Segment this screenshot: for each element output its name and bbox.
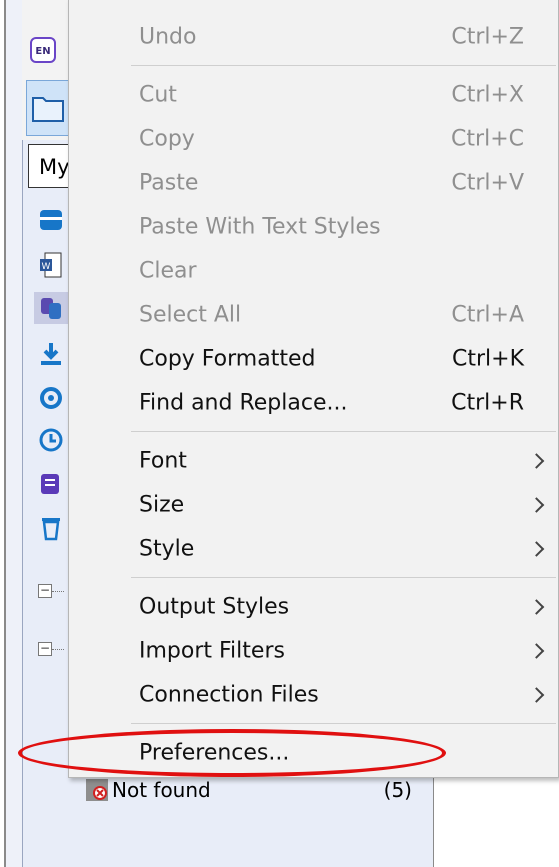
language-badge-icon[interactable]: EN — [26, 34, 60, 66]
chevron-right-icon — [528, 687, 545, 703]
menu-separator — [131, 431, 556, 432]
word-document-icon[interactable]: W — [34, 250, 68, 282]
menu-item-preferences[interactable]: Preferences... — [69, 731, 559, 775]
tree-collapse-icon[interactable]: − — [38, 584, 52, 598]
menu-item-label: Preferences... — [139, 740, 290, 766]
menu-item-label: Font — [139, 448, 187, 474]
not-found-count: (5) — [383, 778, 412, 802]
chevron-right-icon — [528, 497, 545, 513]
menu-item-shortcut: Ctrl+Z — [451, 24, 524, 50]
menu-item-cut[interactable]: Cut Ctrl+X — [69, 73, 559, 117]
open-library-button[interactable] — [26, 80, 70, 136]
menu-item-shortcut: Ctrl+A — [451, 302, 524, 328]
menu-item-size[interactable]: Size — [69, 483, 559, 527]
chevron-right-icon — [528, 643, 545, 659]
menu-item-label: Size — [139, 492, 185, 518]
menu-separator — [131, 65, 556, 66]
menu-separator — [131, 577, 556, 578]
menu-item-shortcut: Ctrl+V — [451, 170, 524, 196]
download-icon[interactable] — [34, 338, 68, 370]
menu-item-label: Clear — [139, 258, 197, 284]
menu-item-font[interactable]: Font — [69, 439, 559, 483]
trash-icon[interactable] — [34, 512, 68, 544]
menu-item-shortcut: Ctrl+R — [451, 390, 524, 416]
menu-item-label: Cut — [139, 82, 177, 108]
menu-item-shortcut: Ctrl+C — [451, 126, 524, 152]
sync-icon[interactable] — [34, 382, 68, 414]
edit-context-menu: Undo Ctrl+Z Cut Ctrl+X Copy Ctrl+C Paste… — [68, 0, 559, 778]
menu-item-label: Find and Replace... — [139, 390, 348, 416]
copy-reference-icon[interactable] — [34, 292, 68, 324]
menu-item-undo[interactable]: Undo Ctrl+Z — [69, 15, 559, 59]
menu-item-label: Paste With Text Styles — [139, 214, 381, 240]
svg-text:W: W — [42, 262, 51, 272]
menu-item-shortcut: Ctrl+X — [451, 82, 524, 108]
archive-icon[interactable] — [34, 204, 68, 236]
tree-connector — [52, 649, 64, 651]
not-found-label: Not found — [112, 778, 211, 802]
menu-separator — [131, 723, 556, 724]
tree-collapse-icon[interactable]: − — [38, 642, 52, 656]
history-icon[interactable] — [34, 424, 68, 456]
menu-item-label: Paste — [139, 170, 199, 196]
menu-item-output-styles[interactable]: Output Styles — [69, 585, 559, 629]
menu-item-find-and-replace[interactable]: Find and Replace... Ctrl+R — [69, 381, 559, 425]
menu-item-shortcut: Ctrl+K — [451, 346, 524, 372]
menu-item-select-all[interactable]: Select All Ctrl+A — [69, 293, 559, 337]
menu-item-label: Copy — [139, 126, 195, 152]
folder-icon — [32, 97, 64, 122]
notes-icon[interactable] — [34, 468, 68, 500]
menu-item-label: Output Styles — [139, 594, 290, 620]
menu-item-copy[interactable]: Copy Ctrl+C — [69, 117, 559, 161]
menu-item-clear[interactable]: Clear — [69, 249, 559, 293]
not-found-icon — [86, 779, 108, 801]
menu-item-import-filters[interactable]: Import Filters — [69, 629, 559, 673]
menu-item-connection-files[interactable]: Connection Files — [69, 673, 559, 717]
menu-item-style[interactable]: Style — [69, 527, 559, 571]
menu-item-paste-with-text-styles[interactable]: Paste With Text Styles — [69, 205, 559, 249]
menu-item-label: Copy Formatted — [139, 346, 316, 372]
menu-item-copy-formatted[interactable]: Copy Formatted Ctrl+K — [69, 337, 559, 381]
menu-item-label: Style — [139, 536, 195, 562]
group-not-found[interactable]: Not found (5) — [86, 775, 416, 805]
language-badge-text: EN — [35, 46, 50, 57]
menu-item-label: Select All — [139, 302, 242, 328]
chevron-right-icon — [528, 599, 545, 615]
menu-item-label: Import Filters — [139, 638, 285, 664]
chevron-right-icon — [528, 541, 545, 557]
menu-item-label: Undo — [139, 24, 197, 50]
chevron-right-icon — [528, 453, 545, 469]
tree-connector — [52, 591, 64, 593]
menu-item-label: Connection Files — [139, 682, 319, 708]
menu-item-paste[interactable]: Paste Ctrl+V — [69, 161, 559, 205]
